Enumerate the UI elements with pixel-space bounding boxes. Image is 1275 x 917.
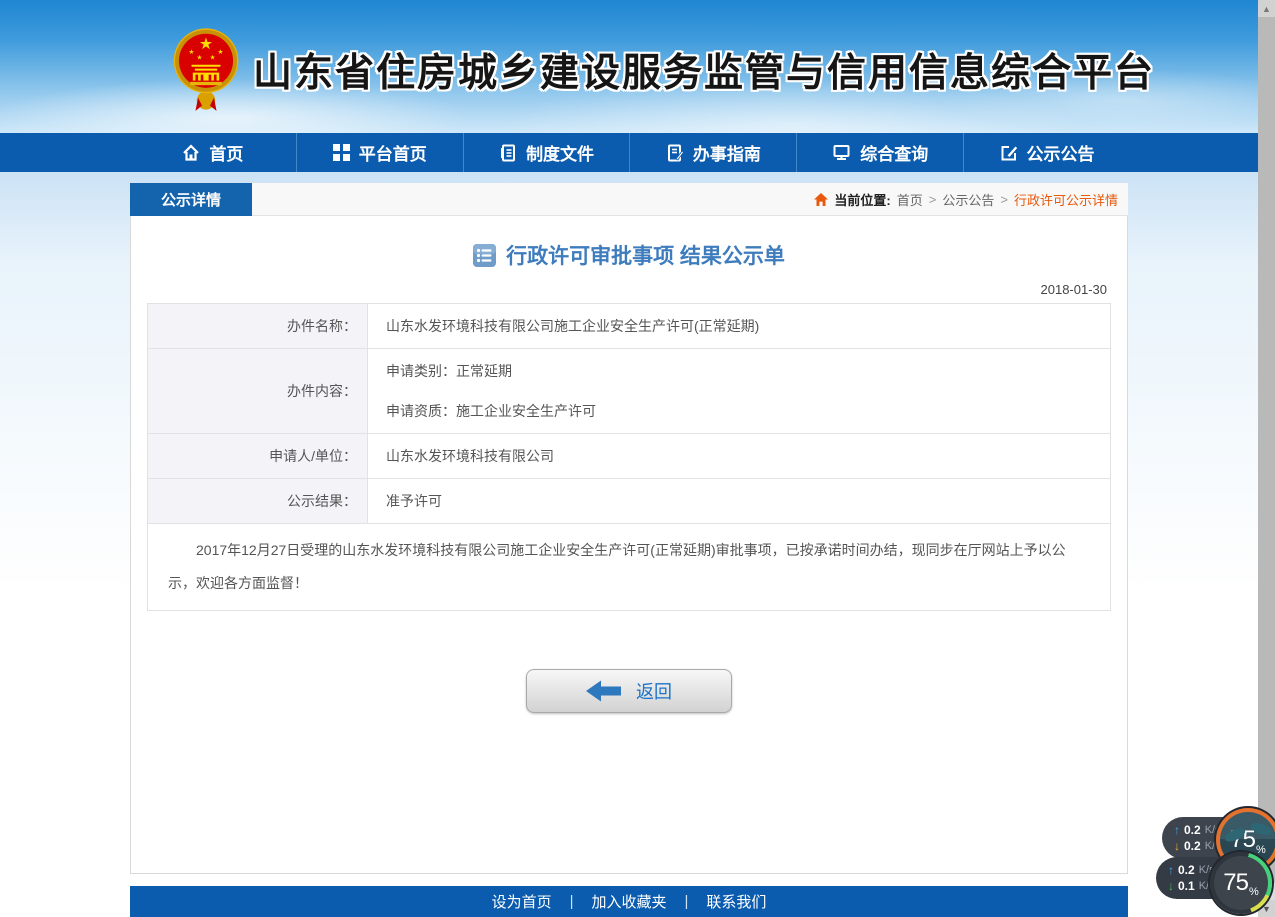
download-arrow-icon: ↓ [1168, 879, 1174, 893]
breadcrumb-home-icon [814, 193, 828, 206]
upload-arrow-icon: ↑ [1168, 863, 1174, 877]
national-emblem-icon: ★ ★ ★ ★ ★ [173, 26, 239, 114]
detail-panel: 行政许可审批事项 结果公示单 2018-01-30 办件名称： 山东水发环境科技… [130, 216, 1128, 874]
document-date: 2018-01-30 [131, 270, 1127, 303]
back-button[interactable]: 返回 [526, 669, 732, 713]
table-row: 公示结果： 准予许可 [148, 479, 1111, 524]
percent-unit: % [1249, 886, 1259, 910]
back-arrow-icon [586, 679, 622, 703]
nav-label: 制度文件 [526, 140, 594, 165]
site-title: 山东省住房城乡建设服务监管与信用信息综合平台 [253, 42, 1155, 98]
table-row: 申请人/单位： 山东水发环境科技有限公司 [148, 434, 1111, 479]
row-value: 山东水发环境科技有限公司 [368, 434, 1111, 479]
svg-text:★: ★ [218, 49, 224, 56]
svg-text:★: ★ [210, 54, 216, 61]
breadcrumb-link-section[interactable]: 公示公告 [942, 190, 994, 209]
breadcrumb-location-label: 当前位置: [834, 190, 890, 209]
footer-link-set-homepage[interactable]: 设为首页 [492, 891, 552, 912]
site-footer: 设为首页 | 加入收藏夹 | 联系我们 [130, 886, 1128, 917]
row-value: 申请类别：正常延期 申请资质：施工企业安全生产许可 [368, 349, 1111, 434]
scrollbar-up-button[interactable]: ▲ [1258, 0, 1275, 17]
nav-label: 公示公告 [1027, 140, 1095, 165]
tab-detail[interactable]: 公示详情 [130, 183, 252, 216]
nav-item-public-announcements[interactable]: 公示公告 [963, 133, 1130, 172]
nav-item-service-guide[interactable]: 办事指南 [629, 133, 796, 172]
guide-icon [666, 144, 684, 162]
detail-table: 办件名称： 山东水发环境科技有限公司施工企业安全生产许可(正常延期) 办件内容：… [147, 303, 1111, 611]
percent-circle-2[interactable]: 75 % [1210, 852, 1272, 914]
upload-value: 0.2 [1184, 823, 1201, 837]
upload-arrow-icon: ↑ [1174, 823, 1180, 837]
download-value: 0.1 [1178, 879, 1195, 893]
footer-separator: | [570, 893, 574, 910]
main-navbar: 首页 平台首页 制度文件 [0, 133, 1275, 172]
back-button-label: 返回 [636, 678, 672, 704]
sky-header: ★ ★ ★ ★ ★ 山东省住房城乡建设服务监管与信用信息综合平台 [0, 0, 1275, 133]
table-row: 办件内容： 申请类别：正常延期 申请资质：施工企业安全生产许可 [148, 349, 1111, 434]
summary-text: 2017年12月27日受理的山东水发环境科技有限公司施工企业安全生产许可(正常延… [168, 534, 1090, 600]
network-monitor-widget: ↑ 0.2 K/s ↓ 0.2 K/s 75 % ↑ 0.2 K/s [1148, 806, 1275, 917]
nav-label: 平台首页 [359, 140, 427, 165]
nav-item-platform-home[interactable]: 平台首页 [296, 133, 463, 172]
monitor-icon [832, 144, 851, 161]
document-title: 行政许可审批事项 结果公示单 [131, 216, 1127, 270]
nav-item-comprehensive-query[interactable]: 综合查询 [796, 133, 963, 172]
nav-label: 首页 [209, 140, 243, 165]
footer-link-contact-us[interactable]: 联系我们 [706, 891, 766, 912]
breadcrumb: 当前位置: 首页 > 公示公告 > 行政许可公示详情 [814, 190, 1128, 209]
scrollbar: ▲ ▼ [1258, 0, 1275, 917]
download-arrow-icon: ↓ [1174, 839, 1180, 853]
row-value: 准予许可 [368, 479, 1111, 524]
percent-value: 75 [1223, 869, 1248, 897]
nav-item-home[interactable]: 首页 [130, 133, 296, 172]
svg-text:★: ★ [196, 54, 202, 61]
upload-value: 0.2 [1178, 863, 1195, 877]
row-value-line: 申请资质：施工企业安全生产许可 [386, 401, 1098, 421]
grid-icon [333, 144, 350, 161]
table-row: 办件名称： 山东水发环境科技有限公司施工企业安全生产许可(正常延期) [148, 304, 1111, 349]
footer-separator: | [685, 893, 689, 910]
document-icon [499, 144, 517, 162]
scrollbar-thumb[interactable] [1258, 17, 1275, 883]
row-label: 公示结果： [148, 479, 368, 524]
main-content: 公示详情 当前位置: 首页 > 公示公告 > 行政许可公示详情 [130, 183, 1128, 874]
emblem-big-star: ★ [199, 36, 213, 53]
breadcrumb-bar: 公示详情 当前位置: 首页 > 公示公告 > 行政许可公示详情 [130, 183, 1128, 216]
breadcrumb-separator: > [1000, 192, 1008, 207]
list-icon [473, 244, 496, 267]
download-value: 0.2 [1184, 839, 1201, 853]
home-icon [182, 144, 200, 162]
nav-inner: 首页 平台首页 制度文件 [130, 133, 1130, 172]
row-label: 办件名称： [148, 304, 368, 349]
nav-label: 办事指南 [693, 140, 761, 165]
summary-cell: 2017年12月27日受理的山东水发环境科技有限公司施工企业安全生产许可(正常延… [148, 524, 1111, 611]
brand: ★ ★ ★ ★ ★ 山东省住房城乡建设服务监管与信用信息综合平台 [173, 26, 1155, 114]
table-row-summary: 2017年12月27日受理的山东水发环境科技有限公司施工企业安全生产许可(正常延… [148, 524, 1111, 611]
edit-icon [1000, 144, 1018, 162]
breadcrumb-current: 行政许可公示详情 [1014, 190, 1118, 209]
nav-item-policy-documents[interactable]: 制度文件 [463, 133, 630, 172]
breadcrumb-link-home[interactable]: 首页 [897, 190, 923, 209]
row-value: 山东水发环境科技有限公司施工企业安全生产许可(正常延期) [368, 304, 1111, 349]
row-value-line: 申请类别：正常延期 [386, 361, 1098, 381]
breadcrumb-separator: > [929, 192, 937, 207]
svg-text:★: ★ [189, 49, 195, 56]
document-title-text: 行政许可审批事项 结果公示单 [506, 240, 785, 270]
nav-label: 综合查询 [860, 140, 928, 165]
footer-link-add-favorites[interactable]: 加入收藏夹 [591, 891, 666, 912]
row-label: 办件内容： [148, 349, 368, 434]
row-label: 申请人/单位： [148, 434, 368, 479]
